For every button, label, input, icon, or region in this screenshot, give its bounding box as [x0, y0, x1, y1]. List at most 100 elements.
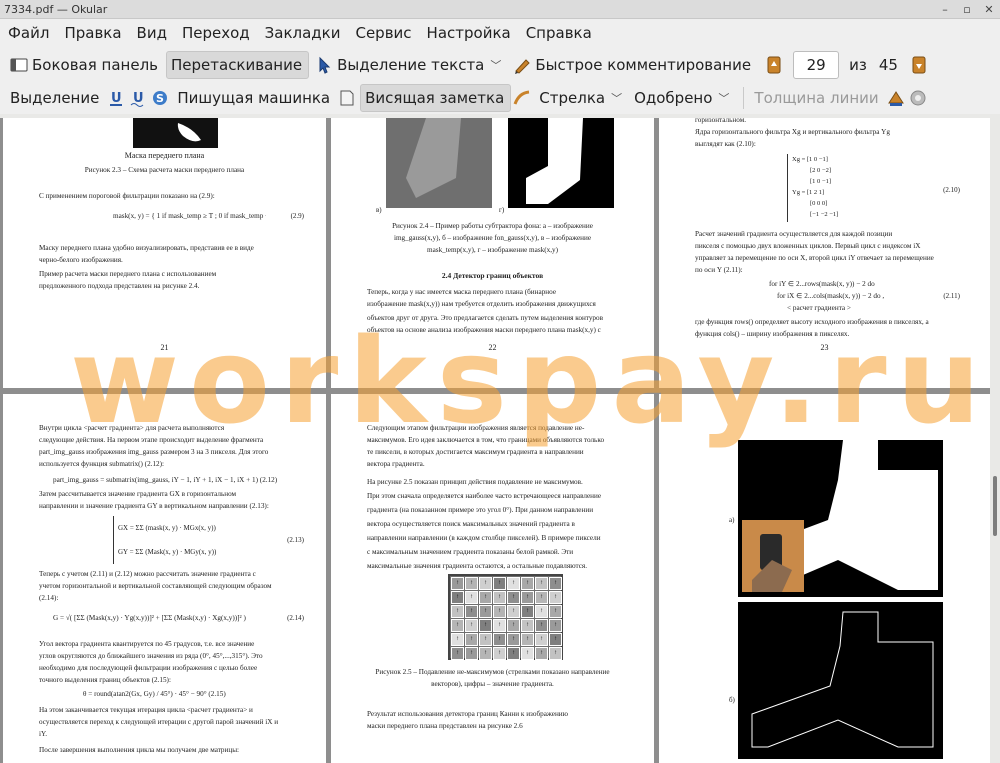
code-line: for iX ∈ 2...cols(mask(x, y)) − 2 do , [777, 292, 885, 300]
text-line: После завершения выполнения цикла мы пол… [39, 746, 240, 754]
menu-help[interactable]: Справка [522, 24, 601, 42]
arrow-tool[interactable]: Стрелка ﹀ [535, 84, 628, 112]
menu-file[interactable]: Файл [4, 24, 58, 42]
menu-edit[interactable]: Правка [60, 24, 130, 42]
previous-page-icon[interactable] [767, 56, 785, 74]
main-toolbar: Боковая панель Перетаскивание Выделение … [0, 47, 1000, 82]
figure-caption: mask_temp(x,y), г – изображение mask(x,y… [427, 246, 558, 254]
text-line: управляет за перемещение по оси X, второ… [695, 254, 934, 262]
text-line: Следующим этапом фильтрации изображения … [367, 424, 585, 432]
page-26: а) б) [659, 394, 990, 763]
text-line: вектора осуществляется поиск максимальны… [367, 520, 575, 528]
chevron-down-icon[interactable]: ﹀ [490, 57, 501, 73]
formula: mask(x, y) = { 1 if mask_temp ≥ T ; 0 if… [113, 212, 266, 220]
text-select-label: Выделение текста [337, 55, 485, 74]
browse-tool-button[interactable]: Перетаскивание [166, 50, 310, 79]
kernel-matrices: Xg = [1 0 −1] [2 0 −2] [1 0 −1] Yg = [1 … [787, 154, 857, 222]
menu-bookmarks[interactable]: Закладки [261, 24, 350, 42]
quick-annotation-button[interactable]: Быстрое комментирование [509, 51, 757, 79]
text-line: С применением пороговой фильтрации показ… [39, 192, 215, 200]
text-line: изображение mask(x,y)) нам требуется отд… [367, 300, 596, 308]
grid-cell: ↑ [465, 591, 478, 604]
highlight-tool[interactable]: Выделение [6, 84, 105, 112]
mask-image [508, 118, 614, 208]
line-width-tool[interactable]: Толщина линии [750, 84, 884, 112]
menu-tools[interactable]: Сервис [351, 24, 420, 42]
text-line: пикселя с помощью двух вложенных циклов.… [695, 242, 921, 250]
result-image-a [738, 440, 943, 597]
page-of-label: из [849, 55, 867, 74]
chevron-down-icon[interactable]: ﹀ [611, 90, 622, 106]
text-line: следующие действия. На первом этапе прои… [39, 436, 264, 444]
grid-cell: ↑ [549, 647, 562, 660]
opacity-icon[interactable] [909, 89, 927, 107]
sticky-note-tool[interactable]: Висящая заметка [360, 84, 512, 112]
menu-view[interactable]: Вид [133, 24, 176, 42]
text-line: используется функция submatrix() (2.12): [39, 460, 165, 468]
underline-icon[interactable]: U [107, 89, 125, 107]
grid-cell: ↑ [451, 591, 464, 604]
grid-cell: ↑ [507, 619, 520, 632]
grid-cell: ↑ [493, 591, 506, 604]
maximize-button[interactable]: ▫ [956, 3, 978, 16]
chevron-down-icon[interactable]: ﹀ [718, 90, 729, 106]
scrollbar-thumb[interactable] [993, 476, 997, 536]
grid-cell: ↑ [535, 591, 548, 604]
grid-cell: ↑ [479, 619, 492, 632]
vertical-scrollbar[interactable] [990, 118, 1000, 763]
typewriter-tool[interactable]: Пишущая машинка [173, 84, 336, 112]
text-line: При этом сначала определяется наиболее ч… [367, 492, 602, 500]
text-line: горизонтальном. [695, 118, 747, 124]
grid-cell: ↑ [465, 605, 478, 618]
equation-number: (2.14) [287, 614, 304, 622]
color-icon[interactable] [887, 89, 905, 107]
grid-cell: ↑ [451, 605, 464, 618]
menu-settings[interactable]: Настройка [423, 24, 520, 42]
grid-cell: ↑ [465, 633, 478, 646]
grid-cell: ↑ [493, 605, 506, 618]
grid-cell: ↑ [549, 577, 562, 590]
pen-icon [513, 56, 531, 74]
sidebar-button[interactable]: Боковая панель [6, 51, 164, 79]
equation-number: (2.13) [287, 536, 304, 544]
strikeout-icon[interactable]: S [151, 89, 169, 107]
freehand-icon[interactable] [513, 89, 531, 107]
menu-go[interactable]: Переход [178, 24, 259, 42]
svg-text:U: U [111, 91, 122, 106]
text-line: Угол вектора градиента квантируется по 4… [39, 640, 255, 648]
document-viewport[interactable]: Маска переднего плана Рисунок 2.3 – Схем… [0, 118, 1000, 763]
hand-photo-inset [742, 520, 804, 592]
page-number: 22 [488, 343, 497, 352]
text-select-button[interactable]: Выделение текста ﹀ [311, 51, 507, 79]
stamp-label: Одобрено [634, 89, 713, 107]
text-line: Внутри цикла <расчет градиента> для расч… [39, 424, 225, 432]
text-line: осуществляется переход к следующей итера… [39, 718, 279, 726]
next-page-icon[interactable] [912, 56, 930, 74]
window-title: 7334.pdf — Okular [4, 2, 108, 16]
page-number-input[interactable]: 29 [793, 50, 840, 79]
minimize-button[interactable]: – [934, 3, 956, 16]
figure-label: Маска переднего плана [124, 151, 205, 160]
grid-cell: ↑ [549, 591, 562, 604]
figure-caption: векторов), цифры – значение градиента. [431, 680, 554, 688]
grid-cell: ↑ [507, 633, 520, 646]
line-width-label: Толщина линии [754, 89, 879, 107]
figure-caption: img_gauss(x,y), б – изображение fon_gaus… [393, 234, 592, 242]
text-line: где функция rows() определяет высоту исх… [695, 318, 929, 326]
close-button[interactable]: ✕ [978, 3, 1000, 16]
stamp-tool[interactable]: Одобрено ﹀ [630, 84, 735, 112]
mask-figure-image [133, 118, 218, 148]
grid-cell: ↑ [521, 619, 534, 632]
text-line: точного выделения границ объектов (2.15)… [39, 676, 171, 684]
text-line: градиента (на показанном примере это уго… [367, 506, 594, 514]
grid-cell: ↑ [507, 605, 520, 618]
gradient-formulas: GX = ΣΣ (mask(x, y) · MGx(x, y)) GY = ΣΣ… [113, 516, 216, 564]
page-21: Маска переднего плана Рисунок 2.3 – Схем… [3, 118, 326, 388]
highlight-label: Выделение [10, 89, 100, 107]
grid-cell: ↑ [465, 619, 478, 632]
arrow-label: Стрелка [539, 89, 606, 107]
grid-cell: ↑ [535, 647, 548, 660]
grid-cell: ↑ [493, 577, 506, 590]
note-icon[interactable] [338, 89, 356, 107]
squiggle-icon[interactable]: U [129, 89, 147, 107]
